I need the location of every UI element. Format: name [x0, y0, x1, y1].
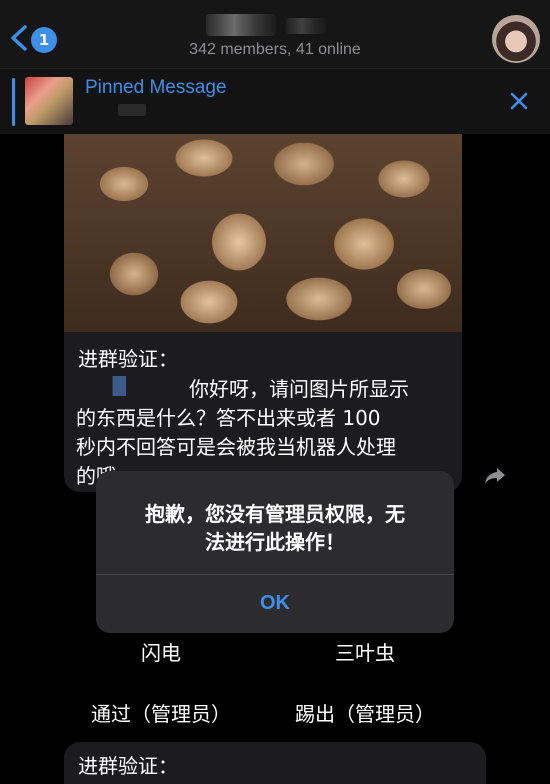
- group-avatar[interactable]: [492, 15, 540, 63]
- message-text-line: 秒内不回答可是会被我当机器人处理: [76, 435, 396, 459]
- next-verify-label: 进群验证：: [78, 754, 178, 778]
- pinned-preview-redacted: [118, 104, 146, 116]
- message-text-line: 的东西是什么？答不出来或者 100: [76, 406, 381, 430]
- pinned-title: Pinned Message: [85, 77, 227, 98]
- message-text-line: 你好呀，请问图片所显示: [189, 377, 409, 401]
- close-icon[interactable]: [508, 90, 530, 112]
- message-photo[interactable]: [64, 134, 462, 332]
- share-icon[interactable]: [484, 466, 506, 486]
- alert-message-line: 抱歉，您没有管理员权限，无: [145, 502, 405, 526]
- verify-label: 进群验证：: [78, 347, 178, 371]
- option-button-1[interactable]: 闪电: [96, 637, 226, 666]
- chat-title-redacted-extra: [286, 18, 326, 34]
- members-status[interactable]: 342 members, 41 online: [0, 41, 550, 59]
- chat-header: 1 342 members, 41 online: [0, 0, 550, 68]
- mention-redacted: [95, 376, 183, 396]
- alert-message-line: 法进行此操作！: [205, 530, 345, 554]
- pinned-thumbnail: [25, 77, 73, 125]
- pinned-indicator-line: [12, 78, 15, 126]
- chat-title-redacted[interactable]: [206, 14, 276, 36]
- option-button-2[interactable]: 三叶虫: [300, 637, 430, 666]
- kick-admin-button[interactable]: 踢出（管理员）: [280, 698, 450, 727]
- approve-admin-button[interactable]: 通过（管理员）: [76, 698, 246, 727]
- ok-button[interactable]: OK: [96, 575, 454, 633]
- pinned-message-bar[interactable]: Pinned Message: [0, 68, 550, 134]
